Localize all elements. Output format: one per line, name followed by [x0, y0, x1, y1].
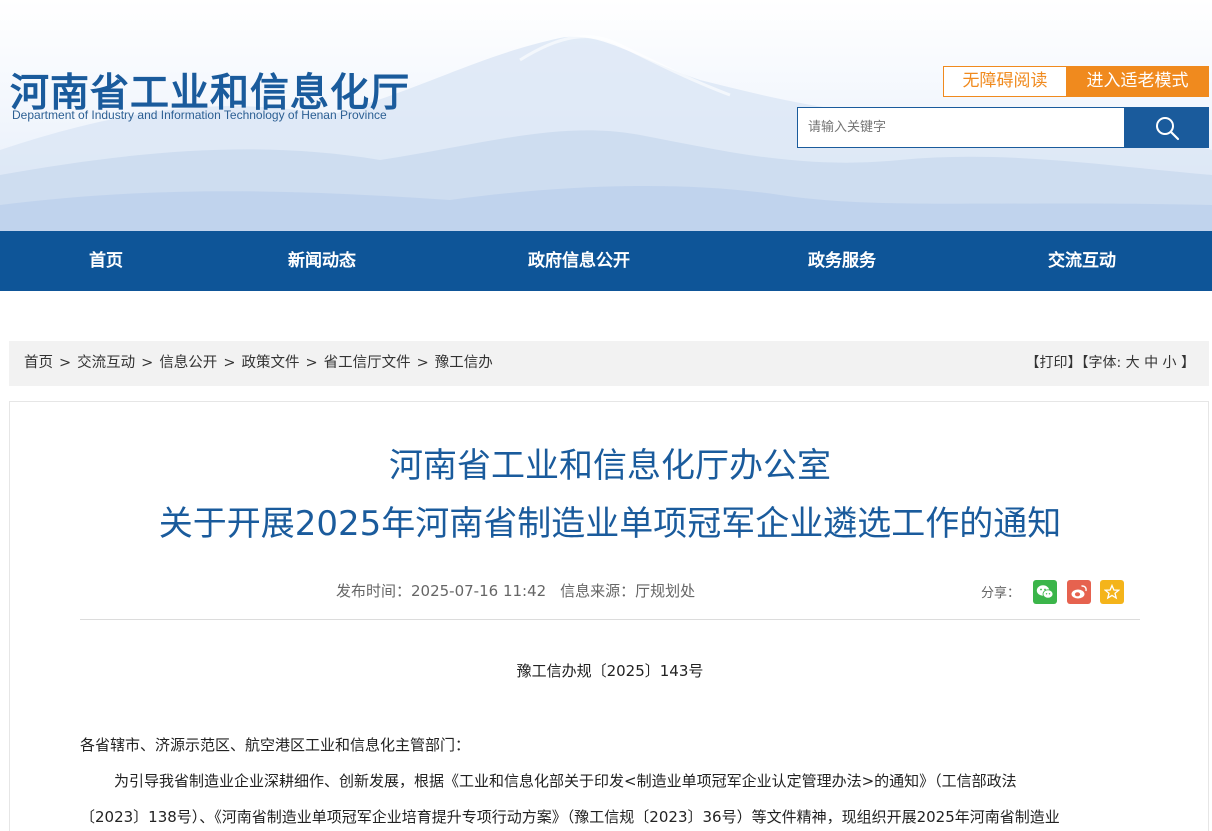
breadcrumb-home[interactable]: 首页 [24, 355, 53, 371]
article-divider [80, 619, 1140, 620]
document-number: 豫工信办规〔2025〕143号 [516, 662, 704, 680]
search-button[interactable] [1124, 107, 1209, 148]
wechat-share-button[interactable] [1033, 580, 1057, 604]
font-size-label: 【字体: [1081, 355, 1122, 371]
font-size-close: 】 [1181, 355, 1195, 371]
breadcrumb-separator: > [59, 355, 72, 371]
breadcrumb-info-public[interactable]: 信息公开 [159, 355, 217, 371]
info-source: 信息来源：厅规划处 [560, 582, 696, 600]
search-icon [1155, 116, 1179, 140]
site-subtitle: Department of Industry and Information T… [12, 108, 387, 122]
breadcrumb-interaction[interactable]: 交流互动 [77, 355, 135, 371]
weibo-icon [1071, 585, 1087, 599]
share-label: 分享： [981, 586, 1021, 601]
header-banner: 河南省工业和信息化厅 Department of Industry and In… [0, 0, 1212, 231]
breadcrumb-separator: > [416, 355, 429, 371]
breadcrumb: 首页 > 交流互动 > 信息公开 > 政策文件 > 省工信厅文件 > 豫工信办 [24, 341, 493, 386]
nav-item-services[interactable]: 政务服务 [808, 231, 876, 291]
breadcrumb-separator: > [305, 355, 318, 371]
article-title-line1: 河南省工业和信息化厅办公室 [389, 446, 831, 486]
breadcrumb-yugongxinban[interactable]: 豫工信办 [435, 355, 493, 371]
favorite-icon [1104, 584, 1120, 600]
breadcrumb-bar: 首页 > 交流互动 > 信息公开 > 政策文件 > 省工信厅文件 > 豫工信办 【打印】【字体: 大… [9, 341, 1209, 386]
breadcrumb-separator: > [223, 355, 236, 371]
elder-mode-button[interactable]: 进入适老模式 [1066, 66, 1209, 97]
accessible-reading-button[interactable]: 无障碍阅读 [943, 66, 1067, 97]
weibo-share-button[interactable] [1067, 580, 1091, 604]
font-large-button[interactable]: 大 [1126, 355, 1140, 371]
nav-item-home[interactable]: 首页 [89, 231, 123, 291]
breadcrumb-policy-docs[interactable]: 政策文件 [241, 355, 299, 371]
article-paragraph: 各省辖市、济源示范区、航空港区工业和信息化主管部门： [80, 736, 471, 754]
breadcrumb-separator: > [141, 355, 154, 371]
search-input[interactable] [797, 107, 1125, 148]
font-medium-button[interactable]: 中 [1144, 355, 1158, 371]
article-paragraph: 为引导我省制造业企业深耕细作、创新发展，根据《工业和信息化部关于印发<制造业单项… [114, 772, 1017, 790]
article-meta: 发布时间：2025-07-16 11:42 信息来源：厅规划处 [336, 580, 695, 601]
publish-time: 发布时间：2025-07-16 11:42 [336, 582, 547, 600]
main-nav: 首页 新闻动态 政府信息公开 政务服务 交流互动 [0, 231, 1212, 291]
article-title-line2: 关于开展2025年河南省制造业单项冠军企业遴选工作的通知 [158, 504, 1062, 544]
wechat-icon [1036, 585, 1054, 599]
font-small-button[interactable]: 小 [1163, 355, 1177, 371]
nav-item-news[interactable]: 新闻动态 [288, 231, 356, 291]
favorite-share-button[interactable] [1100, 580, 1124, 604]
page-tools: 【打印】【字体: 大 中 小 】 [1025, 341, 1195, 386]
nav-item-gov-info[interactable]: 政府信息公开 [528, 231, 630, 291]
print-button[interactable]: 【打印】 [1025, 355, 1081, 371]
article-paragraph: 〔2023〕138号）、《河南省制造业单项冠军企业培育提升专项行动方案》（豫工信… [80, 808, 1060, 826]
nav-item-interaction[interactable]: 交流互动 [1048, 231, 1116, 291]
breadcrumb-dept-docs[interactable]: 省工信厅文件 [324, 355, 411, 371]
article-container: 河南省工业和信息化厅办公室 关于开展2025年河南省制造业单项冠军企业遴选工作的… [9, 401, 1209, 831]
